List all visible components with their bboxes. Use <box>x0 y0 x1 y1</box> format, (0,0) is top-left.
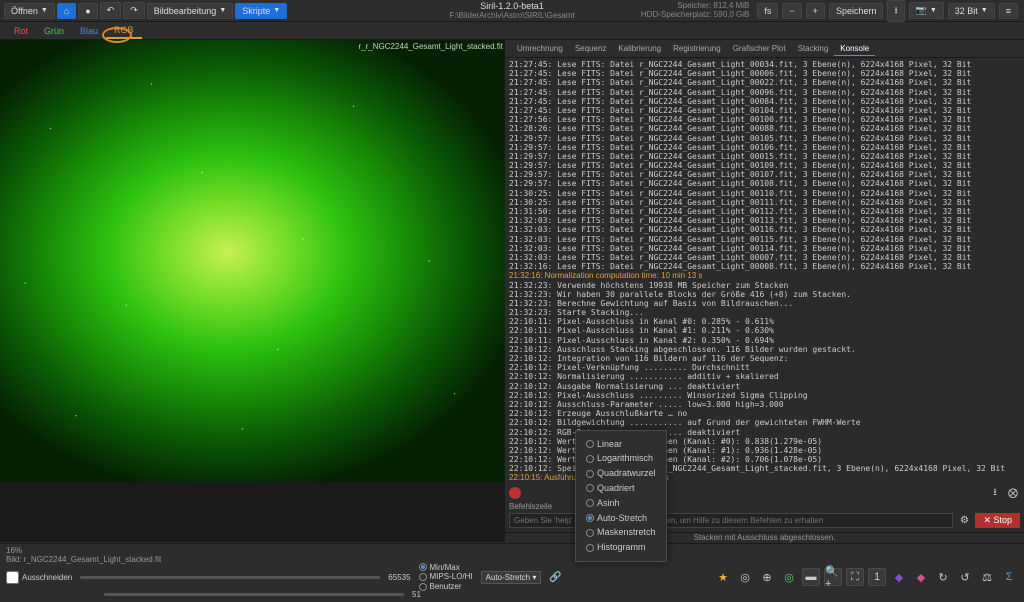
bottom-bar: 16% Bild: r_NGC2244_Gesamt_Light_stacked… <box>0 543 1024 602</box>
rotate-cw-icon[interactable]: ↻ <box>934 568 952 586</box>
radio-mips[interactable]: MIPS-LO/HI <box>419 572 473 582</box>
rtab-grafischer-plot[interactable]: Grafischer Plot <box>727 42 792 55</box>
stretch-option-quadratwurzel[interactable]: Quadratwurzel <box>586 466 656 481</box>
plus-button[interactable]: + <box>806 3 825 19</box>
bottom-icon-strip: ★ ◎ ⊕ ◎ ▬ 🔍+ ⛶ 1 ◆ ◆ ↻ ↺ ⚖ Σ <box>714 568 1018 586</box>
stretch-option-linear[interactable]: Linear <box>586 437 656 452</box>
lo-value: 51 <box>412 590 421 599</box>
radio-minmax[interactable]: Min/Max <box>419 563 473 573</box>
image-filename-label: r_r_NGC2244_Gesamt_Light_stacked.fit <box>358 42 503 51</box>
rtab-umrechnung[interactable]: Umrechnung <box>511 42 569 55</box>
loaded-filename: Bild: r_NGC2244_Gesamt_Light_stacked.fit <box>6 555 161 564</box>
export-icon[interactable]: ⭳ <box>988 486 1002 500</box>
livestack-button[interactable]: ● <box>78 3 97 19</box>
save-button[interactable]: Speichern <box>829 3 884 19</box>
record-indicator-icon <box>509 487 521 499</box>
memory-indicator: Speicher: 812,4 MiB HDD-Speicherplatz: 5… <box>641 2 750 20</box>
tab-blue[interactable]: Blau <box>72 24 106 38</box>
globe-icon[interactable]: ⊕ <box>758 568 776 586</box>
stretch-option-logarithmisch[interactable]: Logarithmisch <box>586 451 656 466</box>
bit-depth-menu[interactable]: 32 Bit▼ <box>948 3 995 19</box>
console-output[interactable]: 21:27:45: Lese FITS: Datei r_NGC2244_Ges… <box>505 58 1024 484</box>
image-preview[interactable] <box>0 40 505 482</box>
minus-button[interactable]: − <box>782 3 801 19</box>
mirror-h-icon[interactable]: ◆ <box>890 568 908 586</box>
tab-green[interactable]: Grün <box>36 24 72 38</box>
undo-button[interactable]: ↶ <box>100 2 122 19</box>
chain-icon[interactable]: 🔗 <box>549 572 561 583</box>
tab-rgb[interactable]: RGB <box>106 23 142 39</box>
color-tabs: Rot Grün Blau RGB <box>0 22 1024 40</box>
clear-console-icon[interactable]: ⨂ <box>1006 486 1020 500</box>
star-icon[interactable]: ★ <box>714 568 732 586</box>
balance-icon[interactable]: ⚖ <box>978 568 996 586</box>
stats-icon[interactable]: Σ <box>1000 568 1018 586</box>
rtab-konsole[interactable]: Konsole <box>834 42 875 56</box>
color-target-icon[interactable]: ◎ <box>736 568 754 586</box>
image-preview-panel: r_r_NGC2244_Gesamt_Light_stacked.fit <box>0 40 505 542</box>
open-button[interactable]: Öffnen▼ <box>4 3 55 19</box>
lo-slider[interactable] <box>104 593 404 596</box>
zoom-one-icon[interactable]: 1 <box>868 568 886 586</box>
zoom-fit-icon[interactable]: ⛶ <box>846 568 864 586</box>
target-icon[interactable]: ◎ <box>780 568 798 586</box>
tab-red[interactable]: Rot <box>6 24 36 38</box>
scripts-menu[interactable]: Skripte▼ <box>235 3 287 19</box>
stop-button[interactable]: ✕ Stop <box>975 513 1020 528</box>
stretch-mode-menu: LinearLogarithmischQuadratwurzelQuadrier… <box>575 430 667 562</box>
stretch-option-maskenstretch[interactable]: Maskenstretch <box>586 525 656 540</box>
rotate-ccw-icon[interactable]: ↺ <box>956 568 974 586</box>
stretch-mode-select[interactable]: Auto-Stretch ▾ <box>481 571 542 584</box>
hi-slider[interactable] <box>80 576 380 579</box>
snapshot-button[interactable]: 📷▼ <box>909 2 944 19</box>
top-toolbar: Öffnen▼ ⌂ ● ↶ ↷ Bildbearbeitung▼ Skripte… <box>0 0 1024 22</box>
stretch-option-asinh[interactable]: Asinh <box>586 496 656 511</box>
range-radio-group: Min/Max MIPS-LO/HI Benutzer <box>419 563 473 592</box>
stretch-option-quadriert[interactable]: Quadriert <box>586 481 656 496</box>
window-title: Siril-1.2.0-beta1 F:\BilderArchiv\Astro\… <box>449 1 574 20</box>
zoom-label: 16% <box>6 546 22 555</box>
stretch-option-histogramm[interactable]: Histogramm <box>586 540 656 555</box>
mirror-v-icon[interactable]: ◆ <box>912 568 930 586</box>
radio-user[interactable]: Benutzer <box>419 582 473 592</box>
menu-button[interactable]: ≡ <box>999 3 1018 19</box>
redo-button[interactable]: ↷ <box>123 2 145 19</box>
command-settings-icon[interactable]: ⚙ <box>957 514 971 528</box>
hi-value: 65535 <box>388 573 410 582</box>
rtab-registrierung[interactable]: Registrierung <box>667 42 727 55</box>
crop-checkbox[interactable]: Ausschneiden <box>6 571 72 584</box>
stretch-option-auto-stretch[interactable]: Auto-Stretch <box>586 511 656 526</box>
image-processing-menu[interactable]: Bildbearbeitung▼ <box>147 3 234 19</box>
rtab-kalibrierung[interactable]: Kalibrierung <box>612 42 667 55</box>
right-tabs: UmrechnungSequenzKalibrierungRegistrieru… <box>505 40 1024 58</box>
home-button[interactable]: ⌂ <box>57 3 76 19</box>
rtab-sequenz[interactable]: Sequenz <box>569 42 613 55</box>
rtab-stacking[interactable]: Stacking <box>792 42 835 55</box>
fs-button[interactable]: fs <box>757 3 778 19</box>
zoom-in-icon[interactable]: 🔍+ <box>824 568 842 586</box>
negative-icon[interactable]: ▬ <box>802 568 820 586</box>
download-button[interactable]: ⭳ <box>887 0 904 22</box>
